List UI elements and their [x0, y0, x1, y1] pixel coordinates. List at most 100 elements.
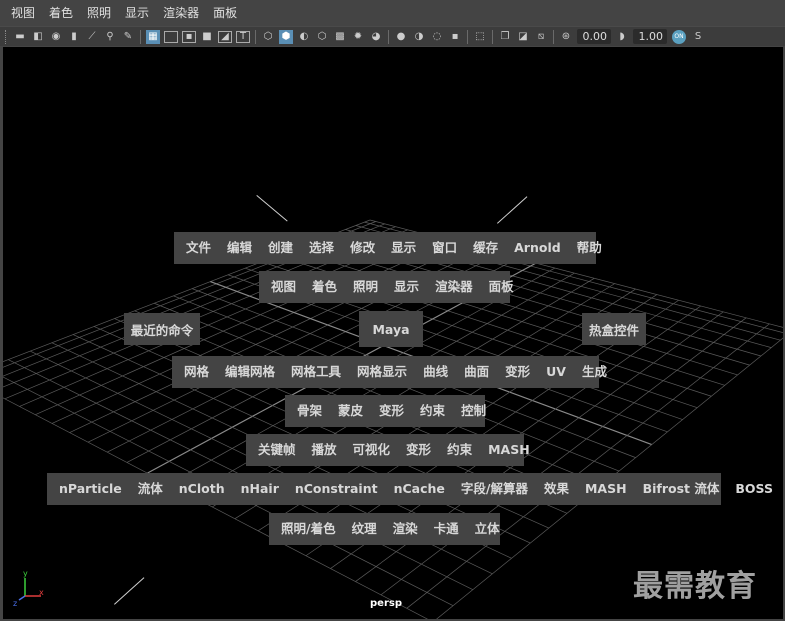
hotbox-maya-center[interactable]: Maya [359, 311, 423, 347]
hotbox-panels[interactable]: 面板 [481, 271, 522, 303]
menu-renderer[interactable]: 渲染器 [156, 0, 206, 26]
depth-of-field-icon[interactable]: ▪ [448, 30, 462, 44]
hotbox-surfaces[interactable]: 曲面 [456, 356, 497, 388]
hotbox-control[interactable]: 控制 [453, 395, 494, 427]
menu-show[interactable]: 显示 [118, 0, 156, 26]
xray-joints-icon[interactable]: ◪ [516, 30, 530, 44]
ambient-occlusion-icon[interactable]: ● [394, 30, 408, 44]
hotbox-windows[interactable]: 窗口 [424, 232, 465, 264]
textured-icon[interactable]: ▩ [333, 30, 347, 44]
hotbox-curves[interactable]: 曲线 [415, 356, 456, 388]
persp-viewport[interactable]: 文件 编辑 创建 选择 修改 显示 窗口 缓存 Arnold 帮助 视图 着色 … [3, 47, 783, 619]
grease-pencil-icon[interactable]: ✎ [121, 30, 135, 44]
hotbox-texturing[interactable]: 纹理 [344, 513, 385, 545]
hotbox-deform-rig[interactable]: 变形 [371, 395, 412, 427]
gamma-icon[interactable]: ◗ [615, 30, 629, 44]
hotbox-deform[interactable]: 变形 [497, 356, 538, 388]
exposure-icon[interactable]: ⊛ [559, 30, 573, 44]
hotbox-help[interactable]: 帮助 [569, 232, 610, 264]
hotbox-file[interactable]: 文件 [178, 232, 219, 264]
hotbox-ncache[interactable]: nCache [386, 473, 453, 505]
hotbox-uv[interactable]: UV [538, 356, 574, 388]
hotbox-ncloth[interactable]: nCloth [171, 473, 233, 505]
hotbox-fields-solvers[interactable]: 字段/解算器 [453, 473, 536, 505]
xray-icon[interactable]: ❐ [498, 30, 512, 44]
hotbox-edit[interactable]: 编辑 [219, 232, 260, 264]
hotbox-view[interactable]: 视图 [263, 271, 304, 303]
toolbar-grip[interactable] [5, 29, 9, 44]
hotbox-fluids[interactable]: 流体 [130, 473, 171, 505]
xray-components-icon[interactable]: ⧅ [534, 30, 548, 44]
shadows-icon[interactable]: ◕ [369, 30, 383, 44]
toolbar-overflow[interactable]: S [691, 30, 705, 44]
2d-pan-zoom-icon[interactable]: ⚲ [103, 30, 117, 44]
anti-aliasing-icon[interactable]: ◌ [430, 30, 444, 44]
resolution-gate-icon[interactable]: ▪ [182, 30, 196, 43]
gamma-field[interactable]: 1.00 [633, 29, 667, 44]
exposure-field[interactable]: 0.00 [577, 29, 611, 44]
hotbox-lighting-shading[interactable]: 照明/着色 [273, 513, 344, 545]
hotbox-create[interactable]: 创建 [260, 232, 301, 264]
field-chart-icon[interactable]: ◢ [218, 30, 232, 43]
hotbox-bifrost-fluids[interactable]: Bifrost 流体 [635, 473, 728, 505]
hotbox-mash-fx[interactable]: MASH [577, 473, 635, 505]
hotbox-stereo[interactable]: 立体 [467, 513, 508, 545]
safe-title-icon[interactable]: T [236, 30, 250, 43]
hotbox-show[interactable]: 显示 [386, 271, 427, 303]
hotbox-nhair[interactable]: nHair [233, 473, 287, 505]
camera-attributes-icon[interactable]: ◧ [31, 30, 45, 44]
grid-icon[interactable]: ▦ [146, 29, 160, 44]
hotbox-shading[interactable]: 着色 [304, 271, 345, 303]
hotbox-select[interactable]: 选择 [301, 232, 342, 264]
motion-blur-icon[interactable]: ◑ [412, 30, 426, 44]
menu-lighting[interactable]: 照明 [80, 0, 118, 26]
wireframe-icon[interactable]: ⬡ [261, 30, 275, 44]
hotbox-nparticle[interactable]: nParticle [51, 473, 130, 505]
hotbox-constrain[interactable]: 约束 [412, 395, 453, 427]
smooth-shade-icon[interactable]: ⬢ [279, 29, 293, 44]
toolbar-divider [467, 29, 468, 44]
wireframe-on-shaded-icon[interactable]: ⬡ [315, 30, 329, 44]
hotbox-render[interactable]: 渲染 [385, 513, 426, 545]
color-management-toggle[interactable]: ON [672, 29, 686, 44]
hotbox-lighting[interactable]: 照明 [345, 271, 386, 303]
hotbox-toon[interactable]: 卡通 [426, 513, 467, 545]
image-plane-icon[interactable]: ⟋ [85, 30, 99, 44]
hotbox-mash[interactable]: MASH [480, 434, 538, 466]
gate-mask-icon[interactable]: ■ [200, 30, 214, 44]
menu-shading[interactable]: 着色 [42, 0, 80, 26]
hotbox-effects[interactable]: 效果 [536, 473, 577, 505]
hotbox-skeleton[interactable]: 骨架 [289, 395, 330, 427]
hotbox-mesh[interactable]: 网格 [176, 356, 217, 388]
hotbox-boss[interactable]: BOSS [727, 473, 781, 505]
hotbox-controls[interactable]: 热盒控件 [582, 313, 646, 345]
film-gate-icon[interactable] [164, 30, 178, 43]
hotbox-recent-commands[interactable]: 最近的命令 [124, 313, 200, 345]
hotbox-display[interactable]: 显示 [383, 232, 424, 264]
hotbox-mesh-display[interactable]: 网格显示 [349, 356, 415, 388]
hotbox-renderer[interactable]: 渲染器 [427, 271, 481, 303]
hotbox-key[interactable]: 关键帧 [250, 434, 304, 466]
bookmark-camera-icon[interactable]: ◉ [49, 30, 63, 44]
hotbox-nconstraint[interactable]: nConstraint [287, 473, 386, 505]
hotbox-edit-mesh[interactable]: 编辑网格 [217, 356, 283, 388]
select-camera-icon[interactable]: ▬ [13, 30, 27, 44]
toolbar-divider [140, 29, 141, 44]
hotbox-constrain-anim[interactable]: 约束 [439, 434, 480, 466]
default-material-icon[interactable]: ◐ [297, 30, 311, 44]
hotbox-playback[interactable]: 播放 [304, 434, 345, 466]
hotbox-arnold[interactable]: Arnold [506, 232, 569, 264]
hotbox-skin[interactable]: 蒙皮 [330, 395, 371, 427]
hotbox-mesh-tools[interactable]: 网格工具 [283, 356, 349, 388]
lights-icon[interactable]: ✹ [351, 30, 365, 44]
bookmark-icon[interactable]: ▮ [67, 30, 81, 44]
hotbox-generate[interactable]: 生成 [574, 356, 615, 388]
menu-panels[interactable]: 面板 [206, 0, 244, 26]
menu-view[interactable]: 视图 [4, 0, 42, 26]
hotbox-visualize[interactable]: 可视化 [345, 434, 399, 466]
isolate-select-icon[interactable]: ⬚ [473, 30, 487, 44]
hotbox-modify[interactable]: 修改 [342, 232, 383, 264]
hotbox-deform-anim[interactable]: 变形 [398, 434, 439, 466]
watermark: 最需教育 [633, 569, 757, 604]
hotbox-cache[interactable]: 缓存 [465, 232, 506, 264]
